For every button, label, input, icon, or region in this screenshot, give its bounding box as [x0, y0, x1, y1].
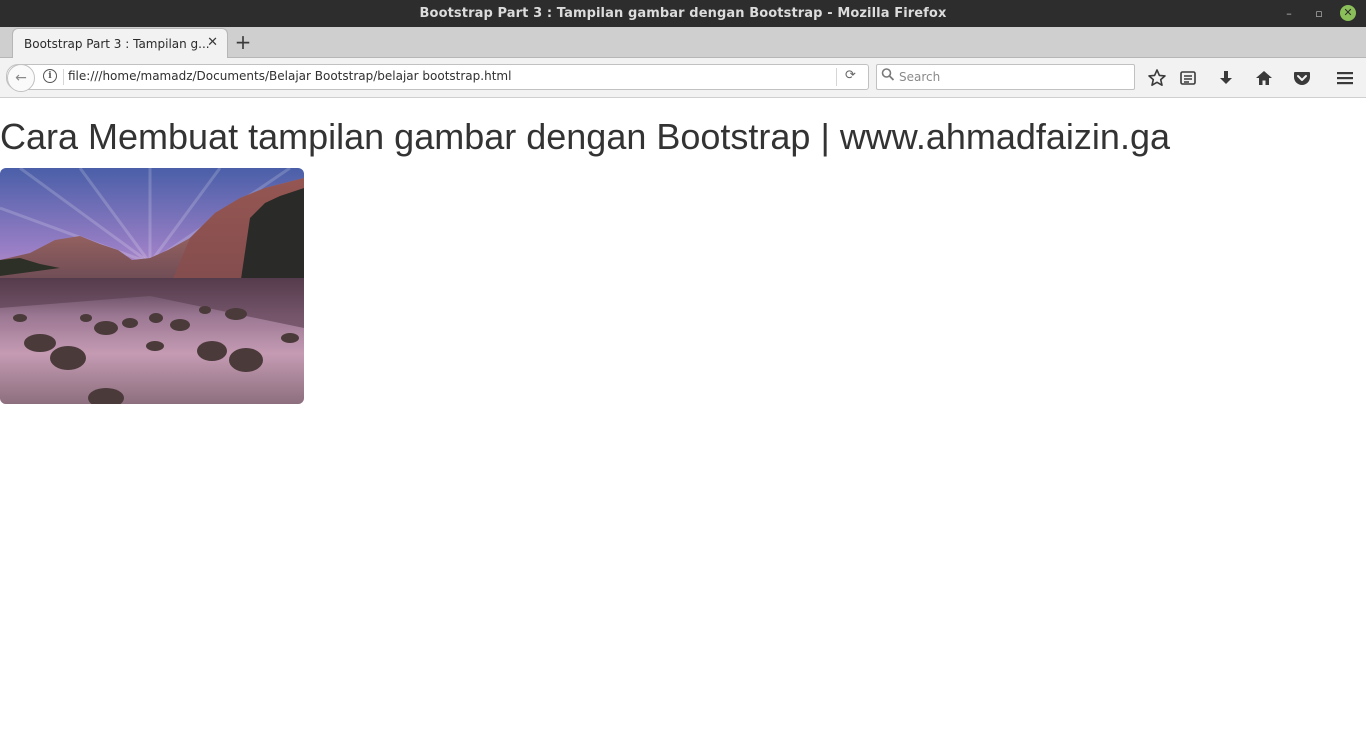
tab-active[interactable]: Bootstrap Part 3 : Tampilan g... ✕ [12, 28, 228, 58]
bookmark-star-icon[interactable] [1147, 68, 1167, 88]
reading-list-icon[interactable] [1178, 68, 1198, 88]
menu-icon[interactable] [1335, 68, 1355, 88]
window-title: Bootstrap Part 3 : Tampilan gambar denga… [419, 6, 947, 21]
search-input[interactable] [899, 65, 1129, 89]
reload-icon[interactable]: ⟳ [845, 68, 856, 83]
page-title: Cara Membuat tampilan gambar dengan Boot… [0, 116, 1170, 157]
window-titlebar: Bootstrap Part 3 : Tampilan gambar denga… [0, 0, 1366, 27]
landscape-image [0, 168, 304, 404]
site-info-icon[interactable]: i [43, 69, 57, 83]
tab-label: Bootstrap Part 3 : Tampilan g... [24, 37, 210, 51]
back-button[interactable]: ← [7, 64, 35, 92]
url-separator [63, 69, 64, 85]
new-tab-button[interactable]: + [234, 31, 252, 53]
landscape-illustration [0, 168, 304, 404]
tab-close-icon[interactable]: ✕ [207, 35, 218, 50]
minimize-button[interactable]: – [1280, 5, 1298, 23]
close-window-button[interactable]: ✕ [1340, 5, 1356, 21]
page-content: Cara Membuat tampilan gambar dengan Boot… [0, 98, 1366, 748]
tab-strip: Bootstrap Part 3 : Tampilan g... ✕ + [0, 27, 1366, 58]
url-bar[interactable]: ← i file:///home/mamadz/Documents/Belaja… [6, 64, 869, 92]
home-icon[interactable] [1254, 68, 1274, 88]
search-icon [881, 67, 895, 83]
pocket-icon[interactable] [1292, 68, 1312, 88]
navigation-toolbar: ← i file:///home/mamadz/Documents/Belaja… [0, 58, 1366, 98]
url-separator-right [836, 68, 837, 86]
maximize-button[interactable]: ▫ [1310, 5, 1328, 23]
search-bar[interactable] [876, 64, 1135, 90]
url-text[interactable]: file:///home/mamadz/Documents/Belajar Bo… [68, 69, 511, 83]
download-icon[interactable] [1216, 68, 1236, 88]
